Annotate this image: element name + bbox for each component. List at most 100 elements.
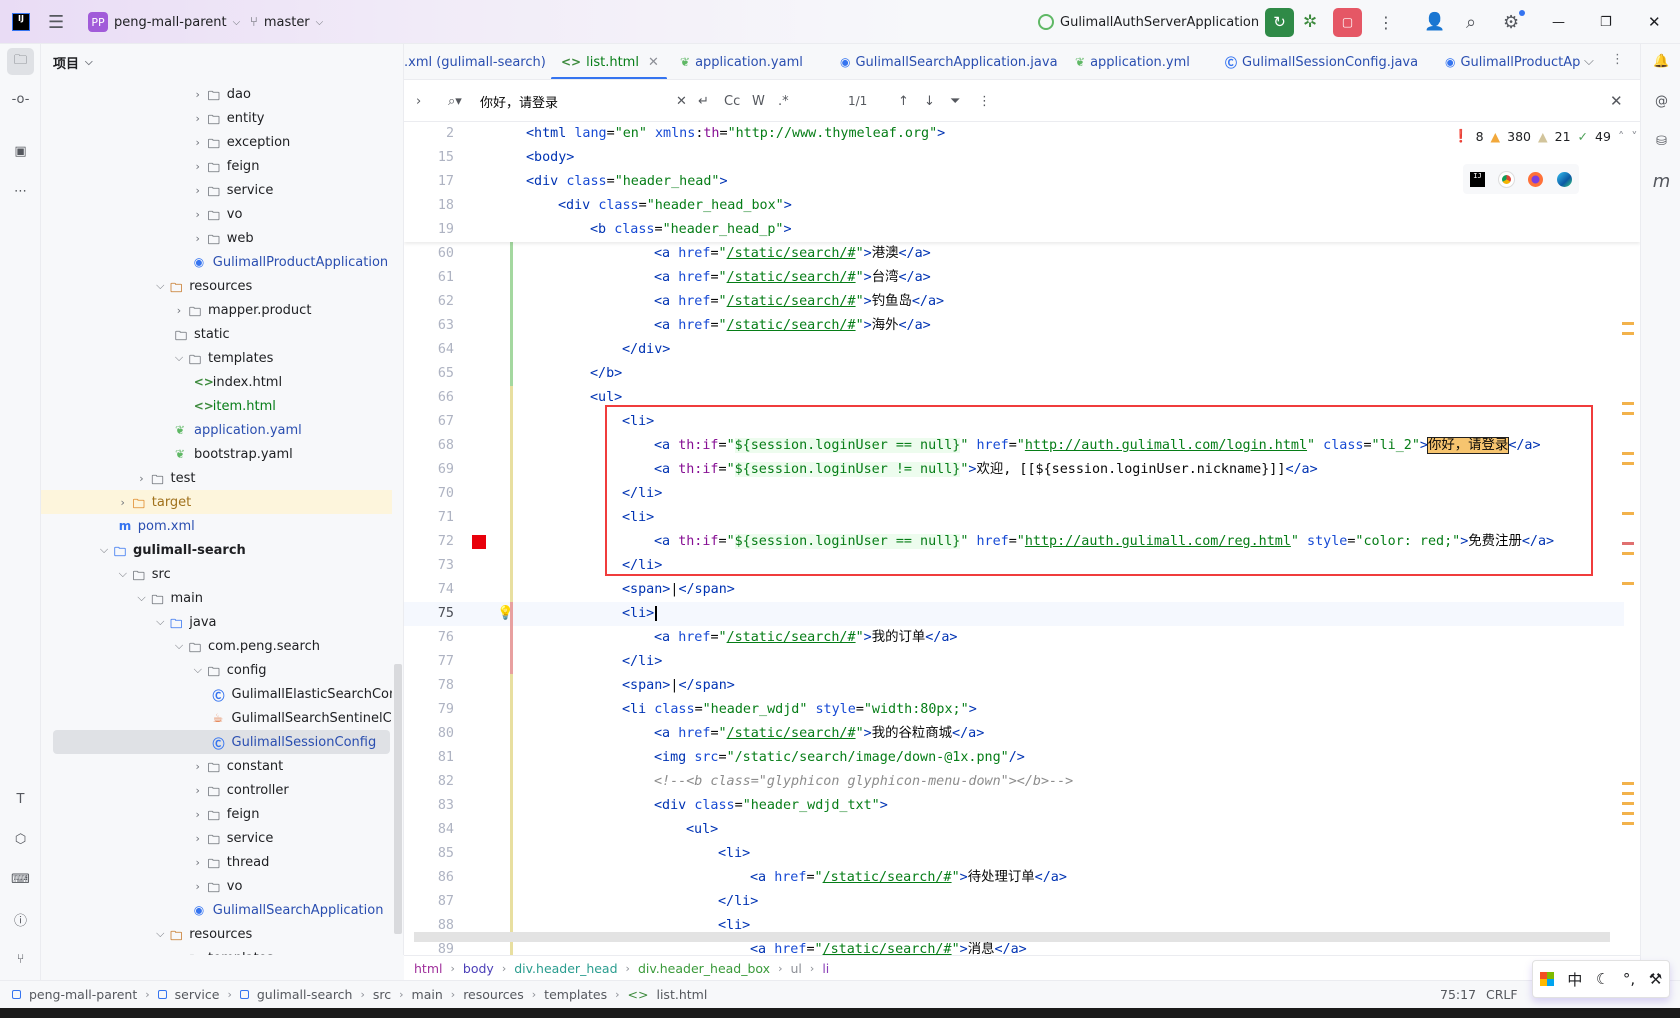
code-area[interactable]: 2 <html lang="en" xmlns:th="http://www.th… [404, 122, 1640, 955]
tree-item[interactable]: › 🗀 vo [41, 202, 392, 226]
tabs-more-button[interactable]: ⋮ [1611, 52, 1624, 67]
tree-item[interactable]: ⌵ 🗀 com.peng.search [41, 634, 392, 658]
tabs-overflow-button[interactable]: ⌵ [1584, 54, 1594, 69]
error-stripe-mark[interactable] [1622, 402, 1634, 405]
tree-item[interactable]: ⌵🗀templates [41, 946, 392, 956]
next-match-button[interactable]: ↓ [924, 80, 935, 122]
path-item[interactable]: src [373, 987, 391, 1002]
more-tools-button[interactable]: ⋯ [7, 178, 34, 205]
tab-gulimallsessionconfig-java[interactable]: Ⓒ GulimallSessionConfig.java [1225, 44, 1418, 79]
error-stripe-mark[interactable] [1622, 812, 1634, 815]
error-stripe-mark[interactable] [1622, 802, 1634, 805]
chevron-right-icon[interactable]: › [117, 496, 129, 509]
inspection-widget[interactable]: ❗ 8 ▲ 380 ▲ 21 ✓ 49 ˄ ˅ [1453, 128, 1637, 144]
filter-button[interactable]: ⏷ [950, 80, 960, 122]
breadcrumb-item[interactable]: li [822, 961, 829, 976]
ime-mode[interactable]: 中 [1567, 969, 1582, 990]
commit-tool-button[interactable]: -o- [7, 86, 34, 113]
tree-item[interactable]: Ⓒ GulimallSessionConfig [53, 730, 390, 754]
toggle-replace-button[interactable]: › [416, 80, 421, 122]
search-history-button[interactable]: ⌕▾ [448, 80, 462, 122]
tree-item[interactable]: Ⓒ GulimallElasticSearchConfig [41, 682, 393, 706]
find-input[interactable]: 你好，请登录 [480, 80, 660, 122]
chevron-right-icon[interactable]: › [192, 112, 204, 125]
intellij-browser-icon[interactable]: IJ [1470, 171, 1485, 187]
tree-item[interactable]: ❦ bootstrap.yaml [41, 442, 392, 466]
whole-word-toggle[interactable]: W [752, 80, 765, 122]
breadcrumb-item[interactable]: div.header_head [514, 961, 617, 976]
tree-scrollbar[interactable] [394, 664, 402, 934]
error-stripe-mark[interactable] [1622, 322, 1634, 325]
stop-button[interactable]: ▢ [1333, 0, 1362, 44]
ai-assistant-button[interactable]: @ [1648, 88, 1675, 115]
more-actions-button[interactable]: ⋮ [1378, 0, 1394, 44]
tree-item[interactable]: › 🗀 vo [41, 874, 392, 898]
tab--xml-gulimall-search-[interactable]: .xml (gulimall-search) [404, 44, 546, 79]
chevron-down-icon[interactable]: ⌵ [154, 615, 166, 629]
new-line-button[interactable]: ↵ [698, 80, 709, 122]
error-stripe-mark[interactable] [1622, 452, 1634, 455]
tree-item[interactable]: <> index.html [41, 370, 392, 394]
path-item[interactable]: gulimall-search [257, 987, 353, 1002]
structure-tool-button[interactable]: ▣ [7, 138, 34, 165]
tree-item[interactable]: m pom.xml [41, 514, 392, 538]
git-tool-button[interactable]: ⑂ [7, 946, 34, 973]
tree-item[interactable]: › 🗀 web [41, 226, 392, 250]
tree-item[interactable]: › 🗀 dao [41, 82, 392, 106]
chevron-down-icon[interactable]: ⌵ [192, 663, 204, 677]
tree-item[interactable]: ⌵🗀templates [41, 346, 392, 370]
chevron-down-icon[interactable]: ⌵ [136, 591, 148, 605]
chevron-right-icon[interactable]: › [192, 856, 204, 869]
debug-button[interactable]: ✲ [1303, 0, 1317, 44]
tree-item[interactable]: › 🗀 test [41, 466, 392, 490]
tree-item[interactable]: ⌵ 🗀 gulimall-search [41, 538, 392, 562]
tree-item[interactable]: ◉ GulimallProductApplication [41, 250, 392, 274]
chevron-right-icon[interactable]: › [192, 760, 204, 773]
close-window-button[interactable]: ✕ [1648, 0, 1661, 44]
error-stripe-mark[interactable] [1622, 512, 1634, 515]
restore-button[interactable]: ❐ [1600, 0, 1612, 44]
error-stripe-mark[interactable] [1622, 332, 1634, 335]
path-item[interactable]: templates [544, 987, 607, 1002]
chevron-down-icon[interactable]: ⌵ [173, 639, 185, 653]
tree-item[interactable]: › 🗀 controller [41, 778, 392, 802]
problems-tool-button[interactable]: ⓘ [7, 906, 34, 933]
terminal-tool-button[interactable]: ⌨ [7, 866, 34, 893]
horizontal-scrollbar[interactable] [414, 932, 1610, 942]
error-stripe-mark[interactable] [1622, 782, 1634, 785]
chevron-down-icon[interactable]: ⌵ [154, 279, 166, 293]
chevron-down-icon[interactable]: ⌵ [173, 951, 185, 955]
code-with-me-button[interactable]: 👤 [1424, 0, 1445, 44]
tab-gulimallsearchapplication-java[interactable]: ◉ GulimallSearchApplication.java [840, 44, 1058, 79]
tree-item[interactable]: › 🗀 entity [41, 106, 392, 130]
windows-logo-icon[interactable] [1539, 972, 1554, 986]
edge-icon[interactable] [1557, 171, 1572, 187]
minimize-button[interactable]: — [1552, 0, 1565, 44]
tree-item[interactable]: ⌵ 🗀 java [41, 610, 392, 634]
chevron-right-icon[interactable]: › [192, 208, 204, 221]
project-tool-button[interactable]: 🗀 [7, 48, 34, 75]
tree-item[interactable]: › 🗀 service [41, 826, 392, 850]
path-item[interactable]: resources [463, 987, 524, 1002]
caret-position[interactable]: 75:17 [1440, 987, 1476, 1002]
tree-item[interactable]: ⌵ 🗀 src [41, 562, 392, 586]
tree-item[interactable]: ☕ GulimallSearchSentinelConfig [41, 706, 393, 730]
chevron-down-icon[interactable]: ⌵ [173, 351, 185, 365]
tree-item[interactable]: › 🗀 mapper.product [41, 298, 392, 322]
error-stripe-mark[interactable] [1622, 462, 1634, 465]
chevron-right-icon[interactable]: › [192, 136, 204, 149]
chevron-right-icon[interactable]: › [192, 880, 204, 893]
chevron-up-icon[interactable]: ˄ [1618, 129, 1624, 144]
chevron-right-icon[interactable]: › [192, 808, 204, 821]
tree-item[interactable]: › 🗀 feign [41, 802, 392, 826]
close-find-button[interactable]: ✕ [1610, 80, 1623, 122]
intellij-logo[interactable]: IJ [12, 0, 30, 44]
regex-toggle[interactable]: .* [778, 80, 789, 122]
database-button[interactable]: ⛁ [1648, 128, 1675, 155]
tree-item[interactable]: › 🗀 service [41, 178, 392, 202]
breadcrumb-item[interactable]: div.header_head_box [638, 961, 770, 976]
settings-button[interactable]: ⚙ [1503, 0, 1525, 44]
close-tab-icon[interactable]: ✕ [648, 55, 659, 70]
project-panel-header[interactable]: 项目 ⌵ [41, 44, 403, 80]
branch-selector[interactable]: ⑂ master ⌵ [250, 0, 323, 44]
